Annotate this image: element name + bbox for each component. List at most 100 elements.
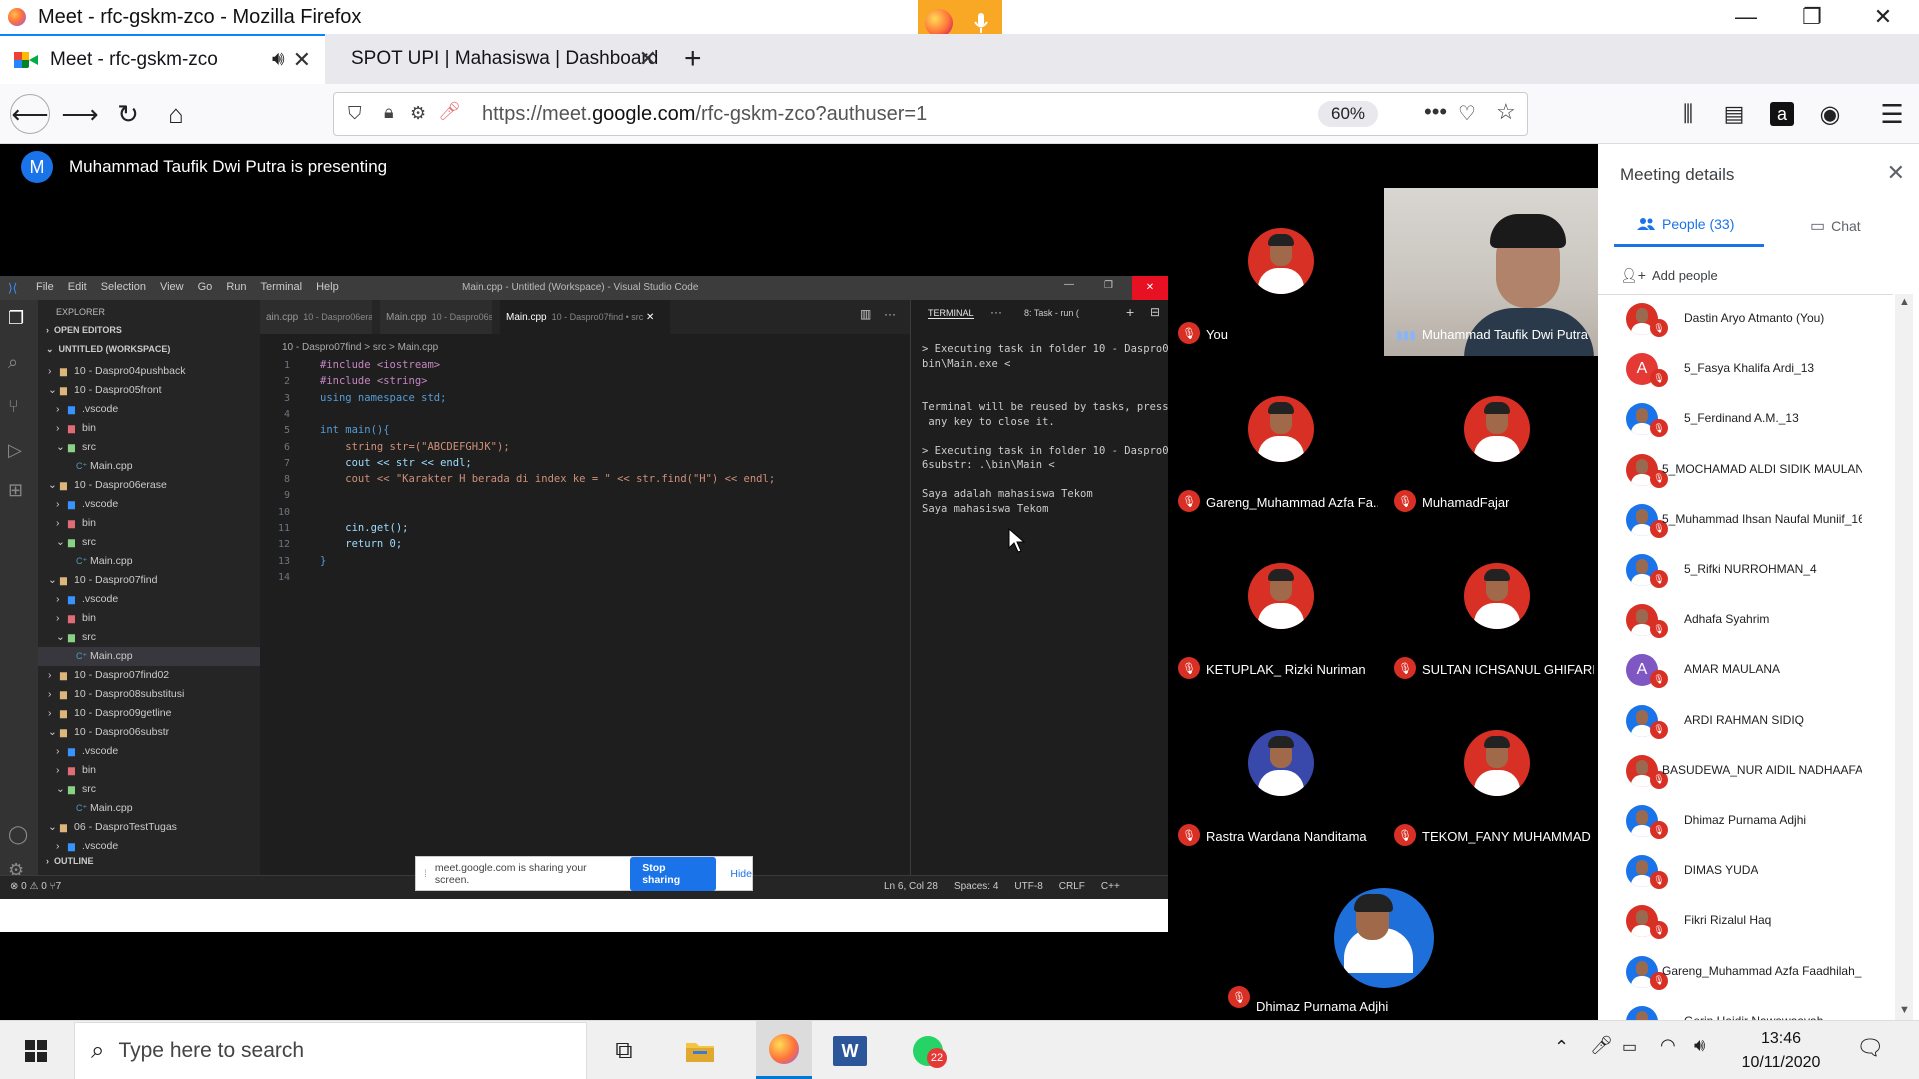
person-row[interactable]: 🎙︎ BASUDEWA_NUR AIDIL NADHAAFAH... bbox=[1598, 747, 1893, 797]
code-line: int main(){ bbox=[320, 424, 390, 437]
person-row[interactable]: A 🎙︎ 5_Fasya Khalifa Ardi_13 bbox=[1598, 345, 1893, 395]
code-line: cout << str << endl; bbox=[320, 456, 472, 469]
speaker-icon[interactable]: 🔊︎ bbox=[272, 48, 285, 71]
tree-chevron-icon: › bbox=[56, 612, 60, 624]
people-scrollbar[interactable]: ▲ ▼ bbox=[1895, 294, 1913, 1020]
tree-item-label: Main.cpp bbox=[90, 650, 133, 662]
close-panel-icon[interactable]: ✕ bbox=[1887, 160, 1905, 186]
tab-meet[interactable]: Meet - rfc-gskm-zco 🔊︎ ✕ bbox=[0, 34, 325, 84]
person-row[interactable]: 🎙︎ 5_Rifki NURROHMAN_4 bbox=[1598, 546, 1893, 596]
permissions-icon[interactable]: ⚙ bbox=[410, 103, 426, 124]
close-tab-icon[interactable]: ✕ bbox=[293, 47, 311, 73]
reload-icon[interactable]: ↻ bbox=[108, 94, 148, 134]
forward-icon[interactable]: ⟶ bbox=[60, 94, 100, 134]
bookmark-star-icon[interactable]: ☆ bbox=[1496, 99, 1516, 125]
person-row[interactable]: A 🎙︎ AMAR MAULANA bbox=[1598, 646, 1893, 696]
person-row[interactable]: 🎙︎ Dastin Aryo Atmanto (You) bbox=[1598, 295, 1893, 345]
library-icon[interactable]: ⫼ bbox=[1668, 94, 1708, 134]
account-icon[interactable]: ◉ bbox=[1810, 94, 1850, 134]
taskbar-search[interactable]: ⌕ Type here to search bbox=[74, 1022, 587, 1079]
participant-tile[interactable]: 🎙︎ Gareng_Muhammad Azfa Fa... bbox=[1168, 356, 1384, 524]
url-bar[interactable]: ⛉ 🔒︎ ⚙ 🎤︎ https://meet.google.com/rfc-gs… bbox=[333, 92, 1528, 136]
terminal-line: 6substr: .\bin\Main < bbox=[922, 459, 1055, 471]
zoom-level[interactable]: 60% bbox=[1318, 101, 1378, 127]
participant-tile[interactable]: 🎙︎ TEKOM_FANY MUHAMMAD ... bbox=[1384, 690, 1600, 858]
person-row[interactable]: 🎙︎Gerin Haidir Nawawaayah bbox=[1598, 998, 1893, 1020]
home-icon[interactable]: ⌂ bbox=[156, 94, 196, 134]
bin-folder-icon: ▆ bbox=[68, 518, 75, 528]
task-view-icon[interactable]: ⧉ bbox=[604, 1031, 644, 1071]
breadcrumb: 10 - Daspro07find > src > Main.cpp bbox=[282, 342, 439, 353]
url-text[interactable]: https://meet.google.com/rfc-gskm-zco?aut… bbox=[482, 103, 927, 126]
cpp-file-icon: C⁺ bbox=[76, 803, 88, 813]
participant-avatar bbox=[1248, 563, 1314, 629]
microphone-tray-icon[interactable]: 🎤︎ bbox=[1590, 1035, 1613, 1056]
windows-start-icon[interactable] bbox=[16, 1031, 56, 1071]
people-icon bbox=[1637, 218, 1655, 230]
line-number: 6 bbox=[283, 441, 290, 453]
person-row[interactable]: 🎙︎ 5_Ferdinand A.M._13 bbox=[1598, 395, 1893, 445]
more-actions-icon[interactable]: ••• bbox=[1424, 99, 1447, 125]
mic-off-icon: 🎙︎ bbox=[1650, 419, 1668, 438]
scroll-up-icon[interactable]: ▲ bbox=[1899, 296, 1910, 308]
lock-icon[interactable]: 🔒︎ bbox=[384, 102, 394, 123]
battery-icon[interactable]: ▭ bbox=[1622, 1037, 1637, 1057]
participant-tile[interactable]: 🎙︎ KETUPLAK_ Rizki Nuriman bbox=[1168, 523, 1384, 691]
notifications-icon[interactable]: 🗨︎ bbox=[1856, 1035, 1884, 1061]
terminal-tab: TERMINAL bbox=[928, 308, 974, 319]
add-people-button[interactable]: 👤︎+ Add people bbox=[1620, 267, 1718, 284]
tab-indicator bbox=[1614, 244, 1764, 247]
shield-icon[interactable]: ⛉ bbox=[348, 103, 362, 124]
tab-people[interactable]: People (33) bbox=[1636, 216, 1734, 232]
person-row[interactable]: 🎙︎ 5_MOCHAMAD ALDI SIDIK MAULANA... bbox=[1598, 446, 1893, 496]
participant-tile[interactable]: 🎙︎ SULTAN ICHSANUL GHIFARI bbox=[1384, 523, 1600, 691]
tab-spot-upi[interactable]: SPOT UPI | Mahasiswa | Dashboard ✕ bbox=[331, 34, 671, 84]
person-row[interactable]: 🎙︎ DIMAS YUDA bbox=[1598, 847, 1893, 897]
status-item: C++ bbox=[1100, 881, 1120, 892]
participant-tile[interactable]: 🎙︎ You bbox=[1168, 188, 1384, 356]
file-explorer-icon[interactable] bbox=[680, 1031, 720, 1071]
close-tab-icon[interactable]: ✕ bbox=[639, 46, 657, 72]
vscode-logo-icon: ⟩⟨ bbox=[8, 281, 18, 295]
whatsapp-icon[interactable]: 22 bbox=[908, 1031, 948, 1071]
person-row[interactable]: 🎙︎ Gareng_Muhammad Azfa Faadhilah_... bbox=[1598, 948, 1893, 998]
person-row[interactable]: 🎙︎ Dhimaz Purnama Adjhi bbox=[1598, 797, 1893, 847]
firefox-taskbar-icon[interactable] bbox=[756, 1021, 812, 1079]
status-item: CRLF bbox=[1058, 881, 1085, 892]
tab-chat[interactable]: ▭ Chat bbox=[1810, 216, 1861, 236]
participant-tile[interactable]: 🎙︎ MuhamadFajar bbox=[1384, 356, 1600, 524]
editor-tab: Main.cpp 10 - Daspro07find • src ✕ bbox=[500, 300, 670, 334]
back-icon[interactable]: ⟵ bbox=[10, 94, 50, 134]
participant-tile[interactable]: ▮▮▮ Muhammad Taufik Dwi Putra bbox=[1384, 188, 1600, 358]
participant-tile[interactable]: 🎙︎ Dhimaz Purnama Adjhi bbox=[1218, 858, 1548, 1020]
minimize-icon[interactable]: — bbox=[1716, 0, 1776, 34]
windows-taskbar: ⌕ Type here to search ⧉ W 22 ⌃ 🎤︎ ▭ ◠ 🔊︎… bbox=[0, 1020, 1919, 1079]
tree-item: › ▆ bin bbox=[38, 419, 260, 438]
participant-name: SULTAN ICHSANUL GHIFARI bbox=[1422, 662, 1594, 677]
new-terminal-icon: + bbox=[1126, 304, 1135, 320]
sidebar-icon[interactable]: ▤ bbox=[1714, 94, 1754, 134]
system-clock[interactable]: 13:46 10/11/2020 bbox=[1736, 1027, 1826, 1075]
mic-off-icon: 🎙︎ bbox=[1178, 824, 1200, 846]
scroll-down-icon[interactable]: ▼ bbox=[1899, 1004, 1910, 1016]
word-icon[interactable]: W bbox=[830, 1031, 870, 1071]
tree-chevron-icon: › bbox=[56, 517, 60, 529]
person-row[interactable]: 🎙︎ Adhafa Syahrim bbox=[1598, 596, 1893, 646]
wifi-icon[interactable]: ◠ bbox=[1660, 1035, 1676, 1056]
close-window-icon[interactable]: ✕ bbox=[1853, 0, 1913, 34]
new-tab-icon[interactable]: + bbox=[684, 42, 702, 76]
microphone-icon[interactable]: 🎤︎ bbox=[438, 101, 461, 122]
pocket-icon[interactable]: ♡ bbox=[1458, 101, 1476, 126]
restore-icon[interactable]: ❐ bbox=[1782, 0, 1842, 34]
volume-icon[interactable]: 🔊︎ bbox=[1694, 1035, 1705, 1056]
participant-avatar bbox=[1334, 888, 1434, 988]
menu-icon[interactable]: ☰ bbox=[1872, 94, 1912, 134]
show-hidden-icons[interactable]: ⌃ bbox=[1554, 1037, 1569, 1058]
person-row[interactable]: 🎙︎ 5_Muhammad Ihsan Naufal Muniif_16 bbox=[1598, 496, 1893, 546]
person-row[interactable]: 🎙︎ ARDI RAHMAN SIDIQ bbox=[1598, 697, 1893, 747]
amazon-icon[interactable]: a bbox=[1762, 94, 1802, 134]
firefox-icon bbox=[8, 8, 26, 26]
participant-tile[interactable]: 🎙︎ Rastra Wardana Nanditama bbox=[1168, 690, 1384, 858]
editor-tab: Main.cpp 10 - Daspro06substr • src bbox=[380, 300, 492, 334]
person-row[interactable]: 🎙︎ Fikri Rizalul Haq bbox=[1598, 897, 1893, 947]
